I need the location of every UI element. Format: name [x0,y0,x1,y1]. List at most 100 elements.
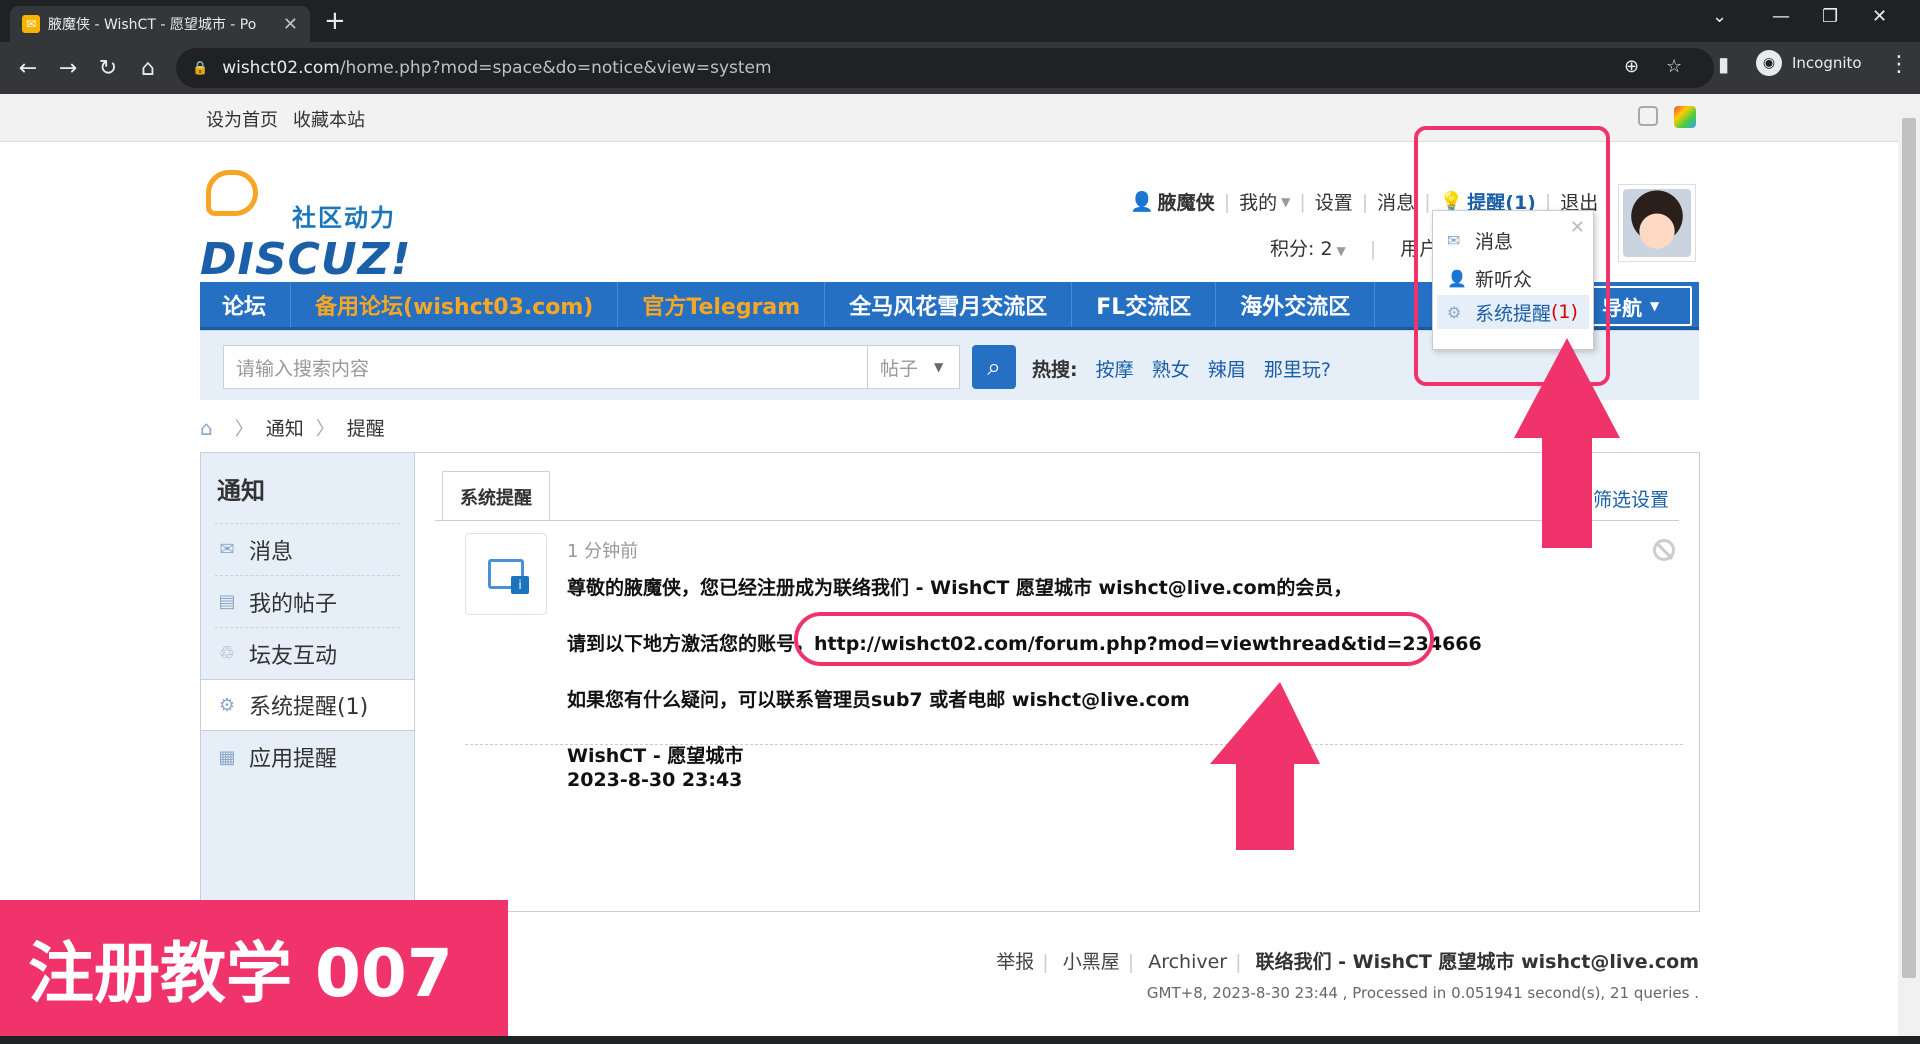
set-home-link[interactable]: 设为首页 [206,106,278,132]
new-tab-icon[interactable]: + [324,6,346,36]
grid-icon: ▦ [218,746,236,768]
settings-link[interactable]: 设置 [1315,188,1353,215]
username-link[interactable]: 腋魔侠 [1158,188,1215,215]
hot-word[interactable]: 辣眉 [1208,359,1246,381]
user-icon: 👤 [1130,191,1154,213]
sidebar-item-system-remind[interactable]: ⚙ 系统提醒(1) [201,679,414,731]
notice-line-prefix: 请到以下地方激活您的账号， [567,633,815,655]
incognito-icon: ◉ [1756,50,1782,76]
page-scrollbar[interactable] [1898,94,1920,1044]
tab-system-remind[interactable]: 系统提醒 [442,471,550,521]
nav-item-forum[interactable]: 论坛 [200,282,292,327]
tab-title: 腋魔侠 - WishCT - 愿望城市 - Po [48,17,257,33]
tab-close-icon[interactable]: ✕ [283,14,298,35]
bookmark-site-link[interactable]: 收藏本站 [293,106,365,132]
chevron-down-icon: ▼ [1650,299,1660,313]
footer-link[interactable]: 举报 [996,951,1034,973]
avatar-image [1623,189,1691,257]
footer-contact-link[interactable]: 联络我们 - WishCT 愿望城市 wishct@live.com [1256,951,1699,973]
theme-icon[interactable] [1674,106,1696,128]
side-panel-icon[interactable]: ▮ [1718,52,1729,76]
footer-link[interactable]: Archiver [1148,951,1227,973]
browser-toolbar: ← → ↻ ⌂ 🔒 wishct02.com /home.php?mod=spa… [0,42,1920,94]
notice-main: 系统提醒 筛选设置 1 分钟前 尊敬的腋魔侠，您已经注册成为联络我们 - Wis… [415,453,1699,911]
forward-icon[interactable]: → [48,56,88,81]
url-host: wishct02.com [222,58,340,78]
notice-line: 2023-8-30 23:43 [567,769,743,791]
footer-link[interactable]: 小黑屋 [1063,951,1120,973]
sidebar-header: 通知 [217,476,265,505]
notice-line: 如果您有什么疑问，可以联系管理员sub7 或者电邮 wishct@live.co… [567,689,1190,711]
breadcrumb-item: 提醒 [346,418,385,440]
filter-settings-link[interactable]: 筛选设置 [1593,485,1669,512]
sidebar-item-label: 应用提醒 [249,747,338,772]
zoom-icon[interactable]: ⊕ [1624,56,1639,77]
sidebar-item-label: 坛友互动 [249,643,338,669]
hot-word[interactable]: 熟女 [1152,359,1190,381]
home-icon[interactable]: ⌂ [200,416,213,440]
chevron-down-icon: ▼ [1281,194,1291,209]
chevron-down-icon: ▼ [1336,244,1346,258]
nav-item-telegram[interactable]: 官方Telegram [618,282,826,327]
notice-time: 1 分钟前 [567,541,639,562]
restore-icon[interactable]: ❐ [1822,6,1838,27]
nav-item-overseas[interactable]: 海外交流区 [1216,282,1376,327]
nav-item-fenghua[interactable]: 全马风花雪月交流区 [825,282,1073,327]
hot-search-label: 热搜: [1032,359,1078,381]
incognito-indicator[interactable]: ◉ Incognito [1756,50,1862,76]
logo-cn-text: 社区动力 [292,204,396,232]
sidebar-item-app-remind[interactable]: ▦ 应用提醒 [215,731,400,783]
tab-divider [435,520,1679,521]
notice-icon [465,533,547,615]
search-type-label: 帖子 [880,357,919,380]
nav-item-fl[interactable]: FL交流区 [1072,282,1217,327]
notice-line: WishCT - 愿望城市 [567,745,744,767]
bookmark-star-icon[interactable]: ☆ [1666,56,1682,77]
points-menu[interactable]: 积分: 2 [1270,238,1333,260]
minimize-icon[interactable]: — [1772,6,1790,27]
ignore-icon[interactable] [1653,539,1675,561]
search-input[interactable]: 请输入搜索内容 [223,345,868,389]
browser-menu-icon[interactable]: ⋮ [1888,52,1910,77]
info-document-icon [488,559,529,594]
avatar[interactable] [1618,184,1696,262]
home-icon[interactable]: ⌂ [128,56,168,81]
gear-icon: ⚙ [218,694,236,716]
logo-en-text: DISCUZ! [200,234,412,285]
chevron-down-icon: ▼ [934,360,944,374]
hot-word[interactable]: 那里玩? [1264,359,1331,381]
search-button[interactable]: ⌕ [972,345,1016,389]
hot-search: 热搜: 按摩 熟女 辣眉 那里玩? [1032,355,1343,382]
sidebar-item-interaction[interactable]: ♲ 坛友互动 [215,627,400,679]
lock-icon[interactable]: 🔒 [192,61,208,76]
messages-link[interactable]: 消息 [1377,188,1415,215]
document-icon: ▤ [218,591,236,612]
search-type-select[interactable]: 帖子 ▼ [868,345,960,389]
breadcrumb-item[interactable]: 通知 [266,414,304,441]
back-icon[interactable]: ← [8,56,48,81]
highlight-box-link [794,612,1434,666]
sidebar-item-label: 我的帖子 [249,591,338,617]
my-menu[interactable]: 我的 [1239,188,1277,215]
logo-cloud-icon [206,170,258,216]
nav-item-backup-forum[interactable]: 备用论坛(wishct03.com) [291,282,619,327]
browser-tabstrip: ✉ 腋魔侠 - WishCT - 愿望城市 - Po ✕ + ⌄ — ❐ ✕ [0,0,1920,42]
envelope-icon: ✉ [219,539,235,560]
reload-icon[interactable]: ↻ [88,56,128,81]
scrollbar-thumb[interactable] [1902,118,1916,978]
hot-word[interactable]: 按摩 [1096,359,1134,381]
search-icon: ⌕ [987,353,1001,381]
fullscreen-icon[interactable] [1638,106,1658,126]
address-bar[interactable]: 🔒 wishct02.com /home.php?mod=space&do=no… [176,48,1714,88]
recycle-icon: ♲ [218,643,236,664]
sidebar-item-label: 消息 [249,539,294,565]
notice-sidebar: 通知 ✉ 消息 ▤ 我的帖子 ♲ 坛友互动 ⚙ 系统提醒(1) ▦ 应用提醒 [201,453,415,911]
sidebar-item-messages[interactable]: ✉ 消息 [215,523,400,575]
taskbar-edge [0,1036,1920,1044]
sidebar-item-my-posts[interactable]: ▤ 我的帖子 [215,575,400,627]
breadcrumb: ⌂ 〉 通知 〉 提醒 [200,414,385,441]
tab-search-icon[interactable]: ⌄ [1712,6,1727,27]
browser-tab[interactable]: ✉ 腋魔侠 - WishCT - 愿望城市 - Po ✕ [10,6,310,42]
close-window-icon[interactable]: ✕ [1872,6,1887,27]
sidebar-item-label: 系统提醒(1) [249,695,369,720]
